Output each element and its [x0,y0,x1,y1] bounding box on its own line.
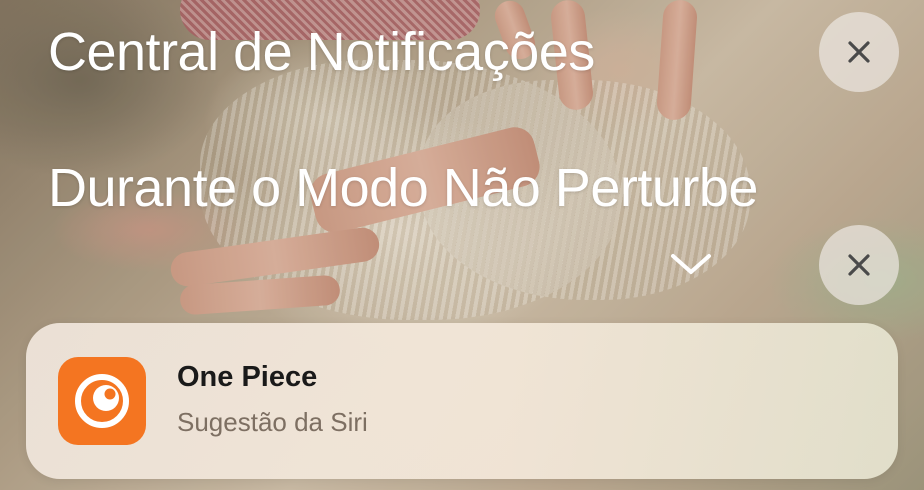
notification-title: One Piece [177,361,318,393]
chevron-down-icon [671,254,711,274]
notification-card[interactable]: One Piece Sugestão da Siri [26,323,898,479]
close-icon [848,254,870,276]
section-title-notification-center: Central de Notificações [48,22,595,82]
notification-subtitle: Sugestão da Siri [177,407,368,437]
clear-do-not-disturb-button[interactable] [819,225,899,305]
crunchyroll-icon [58,357,146,445]
crunchyroll-logo-icon [75,374,129,428]
close-icon [848,41,870,63]
section-title-do-not-disturb: Durante o Modo Não Perturbe [48,158,758,218]
clear-notification-center-button[interactable] [819,12,899,92]
notification-center-screen: Central de Notificações Durante o Modo N… [0,0,924,490]
collapse-section-button[interactable] [664,244,718,284]
